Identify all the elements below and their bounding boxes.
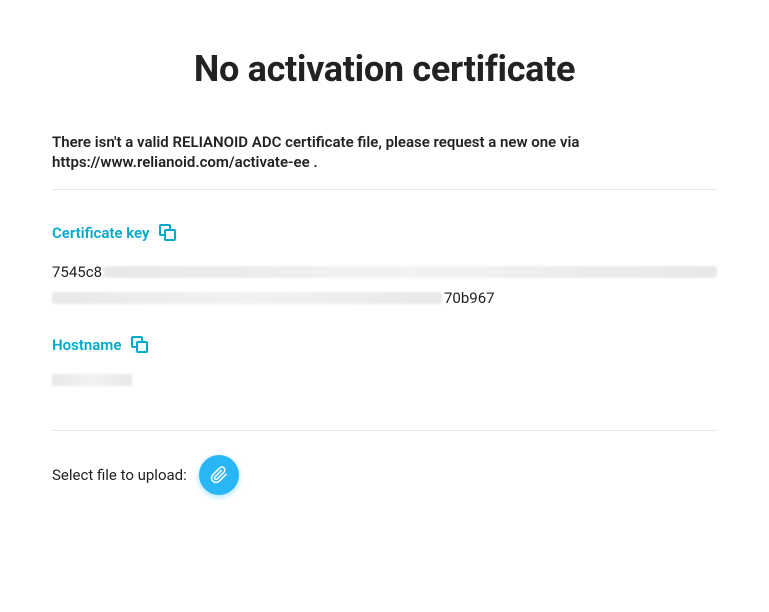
cert-key-label: Certificate key (52, 224, 149, 242)
no-cert-message: There isn't a valid RELIANOID ADC certif… (52, 132, 717, 190)
hostname-value-redacted (52, 374, 132, 386)
copy-hostname-icon[interactable] (131, 336, 149, 354)
cert-key-redacted-2 (52, 292, 442, 304)
upload-label: Select file to upload: (52, 466, 187, 484)
upload-file-button[interactable] (199, 455, 239, 495)
upload-section: Select file to upload: (52, 455, 717, 495)
cert-key-suffix: 70b967 (444, 288, 495, 308)
copy-cert-key-icon[interactable] (159, 224, 177, 242)
hostname-header: Hostname (52, 336, 717, 354)
page-title: No activation certificate (52, 48, 717, 90)
cert-key-value: 7545c8 70b967 (52, 262, 717, 309)
cert-key-header: Certificate key (52, 224, 717, 242)
hostname-label: Hostname (52, 336, 121, 354)
paperclip-icon (210, 466, 228, 484)
cert-key-redacted-1 (104, 266, 717, 278)
cert-key-prefix: 7545c8 (52, 262, 102, 282)
section-divider (52, 430, 717, 431)
